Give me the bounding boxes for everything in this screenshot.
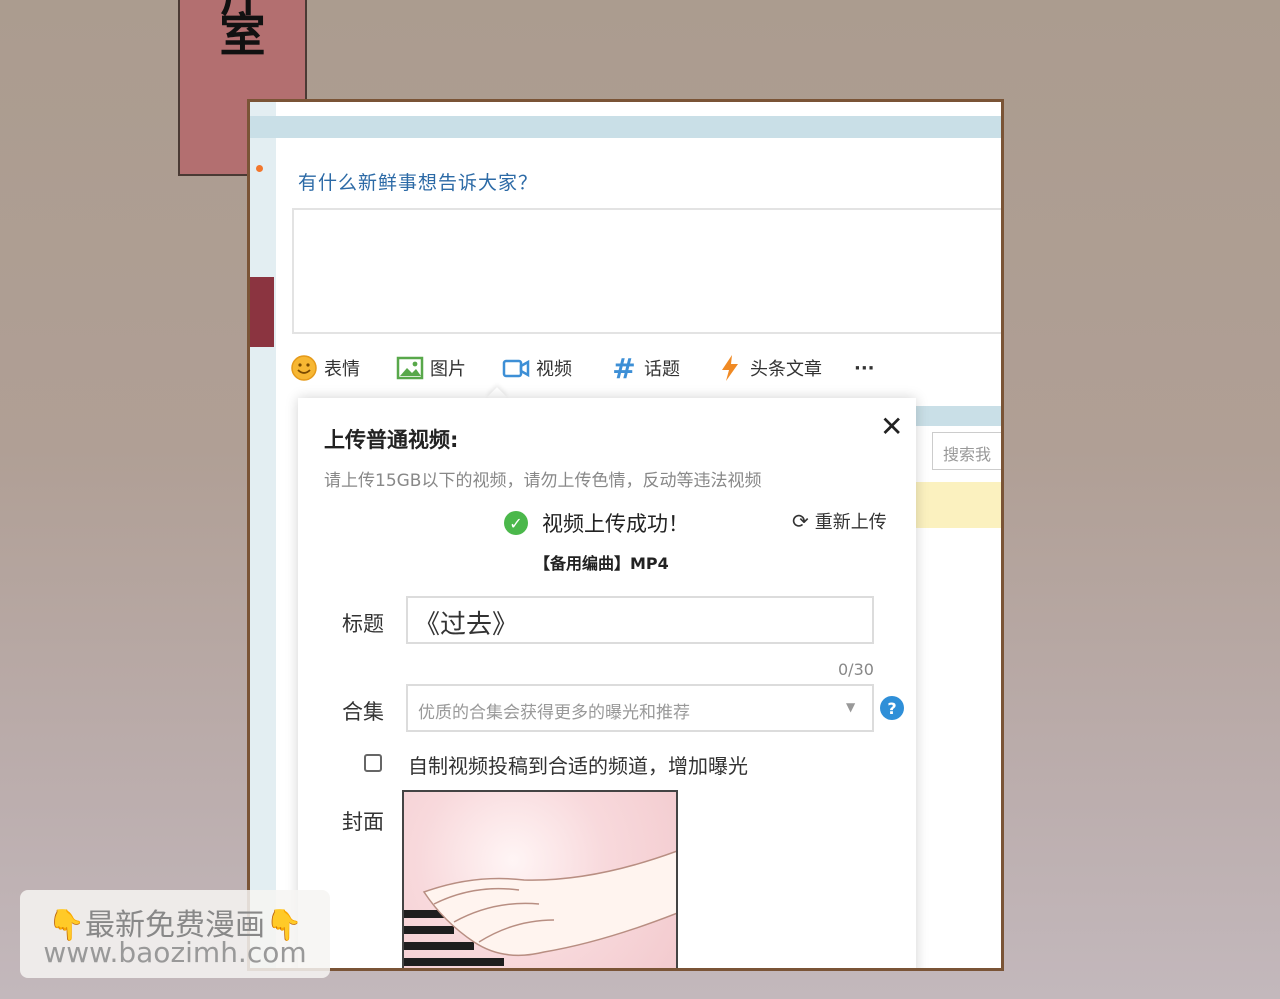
toolbar-article[interactable]: 头条文章 [716,350,822,386]
composer-panel: 有什么新鲜事想告诉大家？ 表情 图片 视频 # 话题 头条文章 ··· 搜索我 … [247,99,1004,971]
more-icon: ··· [854,357,875,379]
collection-select[interactable]: 优质的合集会获得更多的曝光和推荐 [406,684,874,732]
toolbar-article-label: 头条文章 [750,359,822,380]
composer-prompt: 有什么新鲜事想告诉大家？ [298,172,539,194]
hashtag-icon: # [612,351,636,385]
toolbar-image-label: 图片 [430,359,466,380]
image-icon [396,354,424,382]
channel-checkbox[interactable] [364,754,382,772]
toolbar-image[interactable]: 图片 [396,350,466,386]
dialog-note: 请上传15GB以下的视频，请勿上传色情，反动等违法视频 [324,471,762,491]
title-char-count: 0/30 [838,660,874,679]
toolbar-topic[interactable]: # 话题 [610,350,680,386]
title-char: 室 [219,8,266,62]
refresh-icon: ⟳ [792,509,809,533]
chevron-down-icon: ▼ [846,700,856,714]
collection-field-label: 合集 [342,700,384,724]
video-icon [502,354,530,382]
toolbar-emoji[interactable]: 表情 [290,350,360,386]
upload-success-text: 视频上传成功！ [542,512,689,536]
left-strip [250,102,276,968]
cover-image[interactable] [402,790,678,968]
channel-checkbox-label: 自制视频投稿到合适的频道，增加曝光 [408,754,748,778]
cover-illustration [404,850,676,966]
check-circle-icon: ✓ [504,511,528,535]
close-icon[interactable]: ✕ [880,410,903,443]
toolbar-video-label: 视频 [536,359,572,380]
reupload-label: 重新上传 [814,512,887,533]
lightning-icon [716,354,744,382]
file-name: 【备用编曲】MP4 [534,554,669,573]
more-button[interactable]: ··· [854,350,875,386]
cover-field-label: 封面 [342,810,384,834]
smile-icon [290,354,318,382]
toolbar-topic-label: 话题 [644,359,680,380]
composer-toolbar: 表情 图片 视频 # 话题 头条文章 ··· [290,350,1001,386]
reupload-button[interactable]: ⟳ 重新上传 [792,508,887,534]
dialog-title: 上传普通视频: [324,428,459,452]
watermark-url: www.baozimh.com [43,936,307,969]
watermark: 👇最新免费漫画👇 www.baozimh.com [20,890,330,978]
toolbar-video[interactable]: 视频 [502,350,572,386]
notification-dot [256,165,263,172]
title-input[interactable]: 《过去》 [406,596,874,644]
upload-success: ✓ 视频上传成功！ [504,508,689,538]
help-icon[interactable]: ? [880,696,904,720]
search-input[interactable]: 搜索我 [932,432,1001,470]
toolbar-emoji-label: 表情 [324,359,360,380]
upload-video-dialog: 上传普通视频: ✕ 请上传15GB以下的视频，请勿上传色情，反动等违法视频 ✓ … [298,398,916,968]
composer-textarea[interactable] [292,208,1001,334]
top-banner [250,116,1001,138]
title-field-label: 标题 [342,612,384,636]
